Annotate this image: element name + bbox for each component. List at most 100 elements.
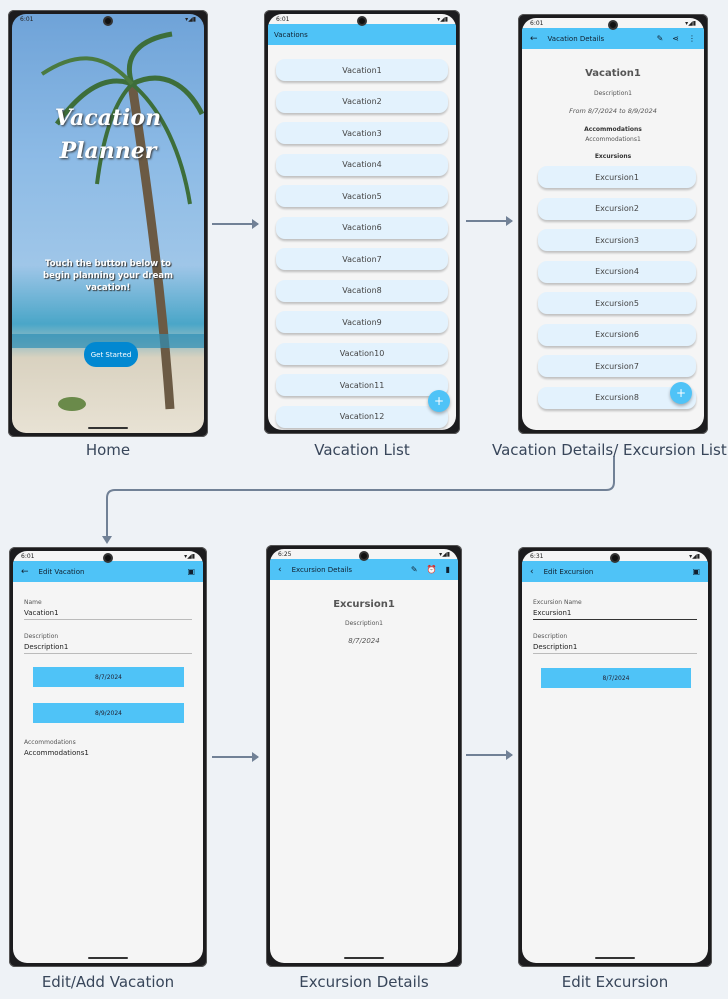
excursion-list-item[interactable]: Excursion6 (538, 323, 696, 346)
flow-arrow-list-to-details (466, 216, 513, 226)
start-date-button[interactable]: 8/7/2024 (33, 667, 184, 687)
add-vacation-fab[interactable]: + (428, 390, 450, 412)
status-time: 6:01 (20, 15, 34, 23)
edit-vacation-screen: 6:01 ▾◢▮ ← Edit Vacation ▣ Name Vacation1… (13, 551, 203, 963)
camera-notch (610, 553, 620, 563)
app-bar: ← Vacation Details ✎ ⋖ ⋮ (522, 28, 704, 49)
status-icons: ▾◢▮ (184, 552, 195, 560)
vacation-list-screen: 6:01 ▾◢▮ Vacations Vacation1 Vacation2 Va… (268, 14, 456, 430)
description-field[interactable]: Description1 (24, 643, 192, 654)
accommodations-field[interactable]: Accommodations1 (24, 749, 89, 757)
accommodations-label: Accommodations (24, 739, 76, 746)
status-icons: ▾◢▮ (689, 552, 700, 560)
vacation-list: Vacation1 Vacation2 Vacation3 Vacation4 … (276, 59, 448, 430)
app-title-line2: Planner (59, 138, 157, 164)
vacation-list-item[interactable]: Vacation6 (276, 216, 448, 239)
vacation-list-item[interactable]: Vacation11 (276, 374, 448, 396)
vacation-details-phone: 6:01 ▾◢▮ ← Vacation Details ✎ ⋖ ⋮ Vacatio… (518, 14, 708, 434)
back-arrow-icon[interactable]: ← (530, 34, 538, 44)
status-time: 6:01 (276, 15, 290, 23)
flow-arrow-edit-to-excursion-details (212, 752, 259, 762)
excursion-list-item[interactable]: Excursion7 (538, 355, 696, 377)
save-icon[interactable]: ▣ (692, 567, 700, 576)
vacation-list-phone: 6:01 ▾◢▮ Vacations Vacation1 Vacation2 Va… (264, 10, 460, 434)
accommodations-value: Accommodations1 (585, 136, 641, 143)
home-screen: 6:01 ▾◢▮ Vacation Planner Touch the butto… (12, 14, 204, 433)
end-date-button[interactable]: 8/9/2024 (33, 703, 184, 723)
edit-pencil-icon[interactable]: ✎ (657, 34, 664, 43)
edit-pencil-icon[interactable]: ✎ (411, 565, 418, 574)
vacation-list-item[interactable]: Vacation4 (276, 153, 448, 176)
add-excursion-fab[interactable]: + (670, 382, 692, 404)
back-arrow-icon[interactable]: ← (21, 567, 29, 577)
flow-arrow-excursion-details-to-edit (466, 750, 513, 760)
name-field[interactable]: Vacation1 (24, 609, 192, 620)
status-time: 6:25 (278, 550, 292, 558)
app-bar: Vacations (268, 24, 456, 45)
edit-excursion-phone: 6:31 ▾◢▮ ‹ Edit Excursion ▣ Excursion Nam… (518, 547, 712, 967)
app-bar: ‹ Excursion Details ✎ ⏰ ▮ (270, 559, 458, 580)
back-chevron-icon[interactable]: ‹ (278, 565, 282, 575)
status-time: 6:01 (530, 19, 544, 27)
more-options-icon[interactable]: ⋮ (688, 34, 696, 43)
status-icons: ▾◢▮ (439, 550, 450, 558)
excursion-name-field[interactable]: Excursion1 (533, 609, 697, 620)
camera-notch (103, 553, 113, 563)
caption-edit-vacation: Edit/Add Vacation (41, 973, 175, 991)
welcome-message: Touch the button below to begin planning… (43, 259, 173, 293)
status-icons: ▾◢▮ (437, 15, 448, 23)
camera-notch (608, 20, 618, 30)
flow-arrow-home-to-list (212, 219, 259, 229)
vacation-list-item[interactable]: Vacation1 (276, 59, 448, 81)
caption-edit-excursion: Edit Excursion (561, 973, 669, 991)
caption-vacation-details: Vacation Details/ Excursion List (492, 441, 727, 459)
vacation-description: Description1 (594, 90, 632, 97)
app-bar-title: Edit Vacation (38, 567, 85, 576)
vacation-list-item[interactable]: Vacation8 (276, 279, 448, 302)
app-bar-title: Vacations (274, 30, 308, 39)
vacation-dates: From 8/7/2024 to 8/9/2024 (569, 107, 657, 115)
vacation-list-item[interactable]: Vacation3 (276, 122, 448, 144)
home-indicator (88, 957, 128, 959)
back-chevron-icon[interactable]: ‹ (530, 567, 534, 577)
excursion-list-item[interactable]: Excursion4 (538, 260, 696, 283)
alarm-icon[interactable]: ⏰ (427, 565, 437, 574)
vacation-list-item[interactable]: Vacation9 (276, 311, 448, 333)
vacation-list-item[interactable]: Vacation2 (276, 90, 448, 113)
share-icon[interactable]: ⋖ (672, 34, 679, 43)
vacation-details-screen: 6:01 ▾◢▮ ← Vacation Details ✎ ⋖ ⋮ Vacatio… (522, 18, 704, 430)
excursion-list-item[interactable]: Excursion2 (538, 197, 696, 220)
app-bar-title: Edit Excursion (543, 567, 594, 576)
get-started-button[interactable]: Get Started (84, 342, 138, 367)
vacation-list-item[interactable]: Vacation12 (276, 405, 448, 428)
excursion-list-item[interactable]: Excursion3 (538, 229, 696, 251)
status-icons: ▾◢▮ (185, 15, 196, 23)
excursion-description: Description1 (345, 620, 383, 627)
caption-excursion-details: Excursion Details (299, 973, 429, 991)
excursion-list-item[interactable]: Excursion5 (538, 292, 696, 314)
app-title-line1: Vacation (54, 105, 162, 131)
arrow-head-icon (252, 219, 259, 229)
excursion-date-button[interactable]: 8/7/2024 (541, 668, 691, 688)
excursion-date: 8/7/2024 (348, 637, 380, 645)
home-phone: 6:01 ▾◢▮ Vacation Planner Touch the butto… (8, 10, 208, 437)
palm-tree-image (12, 31, 204, 411)
delete-icon[interactable]: ▮ (446, 565, 450, 574)
excursion-list-item[interactable]: Excursion1 (538, 166, 696, 188)
vacation-list-item[interactable]: Vacation7 (276, 248, 448, 270)
excursion-name-label: Excursion Name (533, 599, 582, 606)
camera-notch (359, 551, 369, 561)
description-field[interactable]: Description1 (533, 643, 697, 654)
vacation-list-item[interactable]: Vacation10 (276, 342, 448, 365)
description-label: Description (533, 633, 568, 640)
name-label: Name (24, 599, 42, 606)
arrow-head-icon (506, 216, 513, 226)
status-icons: ▾◢▮ (685, 19, 696, 27)
excursions-label: Excursions (594, 153, 632, 160)
app-bar: ← Edit Vacation ▣ (13, 561, 203, 582)
app-bar: ‹ Edit Excursion ▣ (522, 561, 708, 582)
status-time: 6:31 (530, 552, 544, 560)
vacation-list-item[interactable]: Vacation5 (276, 185, 448, 207)
save-icon[interactable]: ▣ (187, 567, 195, 576)
caption-vacation-list: Vacation List (314, 441, 410, 459)
